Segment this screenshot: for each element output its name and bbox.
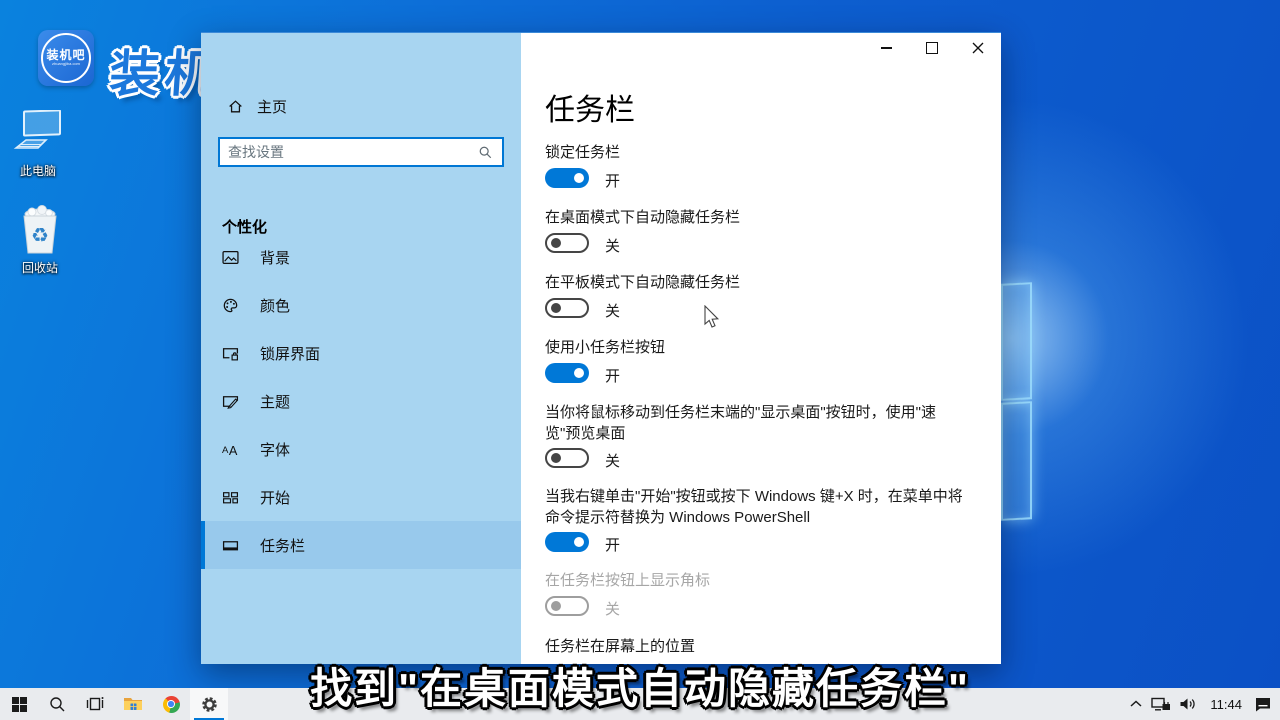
- maximize-icon: [926, 42, 938, 54]
- toggle-state: 关: [605, 235, 620, 256]
- minimize-button[interactable]: [863, 33, 909, 63]
- wallpaper-pane: [1001, 282, 1032, 401]
- svg-text:A: A: [229, 442, 238, 457]
- maximize-button[interactable]: [909, 33, 955, 63]
- setting-label: 锁定任务栏: [545, 142, 969, 163]
- start-icon: [222, 489, 239, 506]
- sidebar-item-label: 开始: [260, 487, 290, 508]
- sidebar-item-colors[interactable]: 颜色: [201, 281, 521, 329]
- setting-label: 在桌面模式下自动隐藏任务栏: [545, 207, 969, 228]
- background-icon: [222, 249, 239, 266]
- window-controls: [863, 33, 1001, 63]
- desktop: 装机吧 zhuangjiba.com 装机吧 此电脑 ♻ 回收站: [0, 0, 1280, 720]
- sidebar-home-label: 主页: [257, 96, 287, 117]
- toggle-state: 开: [605, 170, 620, 191]
- sidebar-home[interactable]: 主页: [227, 93, 287, 119]
- wallpaper-pane: [1001, 401, 1032, 521]
- setting-label-position: 任务栏在屏幕上的位置: [545, 636, 969, 657]
- toggle-autohide-desktop[interactable]: [545, 233, 589, 253]
- desktop-icon-label: 此电脑: [6, 162, 70, 179]
- sidebar-item-taskbar[interactable]: 任务栏: [201, 521, 521, 569]
- desktop-icon-recycle-bin[interactable]: ♻ 回收站: [8, 205, 72, 276]
- sidebar-item-themes[interactable]: 主题: [201, 377, 521, 425]
- sidebar-item-background[interactable]: 背景: [201, 233, 521, 281]
- brand-logo-circle-sub: zhuangjiba.com: [52, 61, 80, 67]
- toggle-state: 关: [605, 598, 620, 619]
- minimize-icon: [881, 47, 892, 49]
- search-input[interactable]: [220, 144, 478, 160]
- toggle-peek-preview[interactable]: [545, 448, 589, 468]
- toggle-lock-taskbar[interactable]: [545, 168, 589, 188]
- toggle-badges: [545, 596, 589, 616]
- desktop-icon-this-pc[interactable]: 此电脑: [6, 110, 70, 179]
- brand-logo-circle-text: 装机吧: [46, 49, 85, 61]
- close-button[interactable]: [955, 33, 1001, 63]
- sidebar-item-label: 背景: [260, 247, 290, 268]
- video-subtitle: 找到"在桌面模式自动隐藏任务栏": [0, 655, 1280, 716]
- brand-logo-circle: 装机吧 zhuangjiba.com: [41, 33, 91, 83]
- sidebar-item-label: 任务栏: [260, 535, 305, 556]
- svg-text:♻: ♻: [31, 225, 49, 247]
- toggle-autohide-tablet[interactable]: [545, 298, 589, 318]
- close-icon: [972, 42, 984, 54]
- setting-label: 当我右键单击"开始"按钮或按下 Windows 键+X 时，在菜单中将命令提示符…: [545, 486, 969, 528]
- sidebar-item-label: 字体: [260, 439, 290, 460]
- sidebar-item-lock-screen[interactable]: 锁屏界面: [201, 329, 521, 377]
- themes-icon: [222, 393, 239, 410]
- colors-icon: [222, 297, 239, 314]
- setting-label: 使用小任务栏按钮: [545, 337, 969, 358]
- recycle-bin-icon: ♻: [17, 205, 63, 257]
- toggle-small-buttons[interactable]: [545, 363, 589, 383]
- mouse-cursor: [703, 305, 721, 331]
- lock-screen-icon: [222, 345, 239, 362]
- toggle-state: 开: [605, 534, 620, 555]
- taskbar-icon: [222, 537, 239, 554]
- sidebar-item-fonts[interactable]: A A 字体: [201, 425, 521, 473]
- this-pc-icon: [12, 110, 64, 160]
- desktop-icon-label: 回收站: [8, 259, 72, 276]
- setting-label: 当你将鼠标移动到任务栏末端的"显示桌面"按钮时，使用"速览"预览桌面: [545, 402, 969, 444]
- sidebar-item-label: 主题: [260, 391, 290, 412]
- setting-label: 在任务栏按钮上显示角标: [545, 570, 969, 591]
- search-icon: [478, 145, 493, 160]
- brand-logo-tile: 装机吧 zhuangjiba.com: [38, 30, 94, 86]
- settings-main-panel: 任务栏 锁定任务栏 开 在桌面模式下自动隐藏任务栏 关 在平板模式下自动隐藏任务…: [521, 33, 1001, 664]
- sidebar-item-label: 颜色: [260, 295, 290, 316]
- toggle-state: 开: [605, 365, 620, 386]
- fonts-icon: A A: [222, 441, 239, 458]
- toggle-state: 关: [605, 300, 620, 321]
- settings-window: 主页 个性化 背景: [201, 32, 1001, 664]
- toggle-powershell[interactable]: [545, 532, 589, 552]
- toggle-state: 关: [605, 450, 620, 471]
- page-title: 任务栏: [545, 85, 635, 129]
- home-icon: [227, 98, 244, 115]
- setting-label: 在平板模式下自动隐藏任务栏: [545, 272, 969, 293]
- sidebar-item-start[interactable]: 开始: [201, 473, 521, 521]
- settings-search: [218, 137, 504, 167]
- sidebar-item-label: 锁屏界面: [260, 343, 320, 364]
- settings-sidebar: 主页 个性化 背景: [201, 33, 521, 664]
